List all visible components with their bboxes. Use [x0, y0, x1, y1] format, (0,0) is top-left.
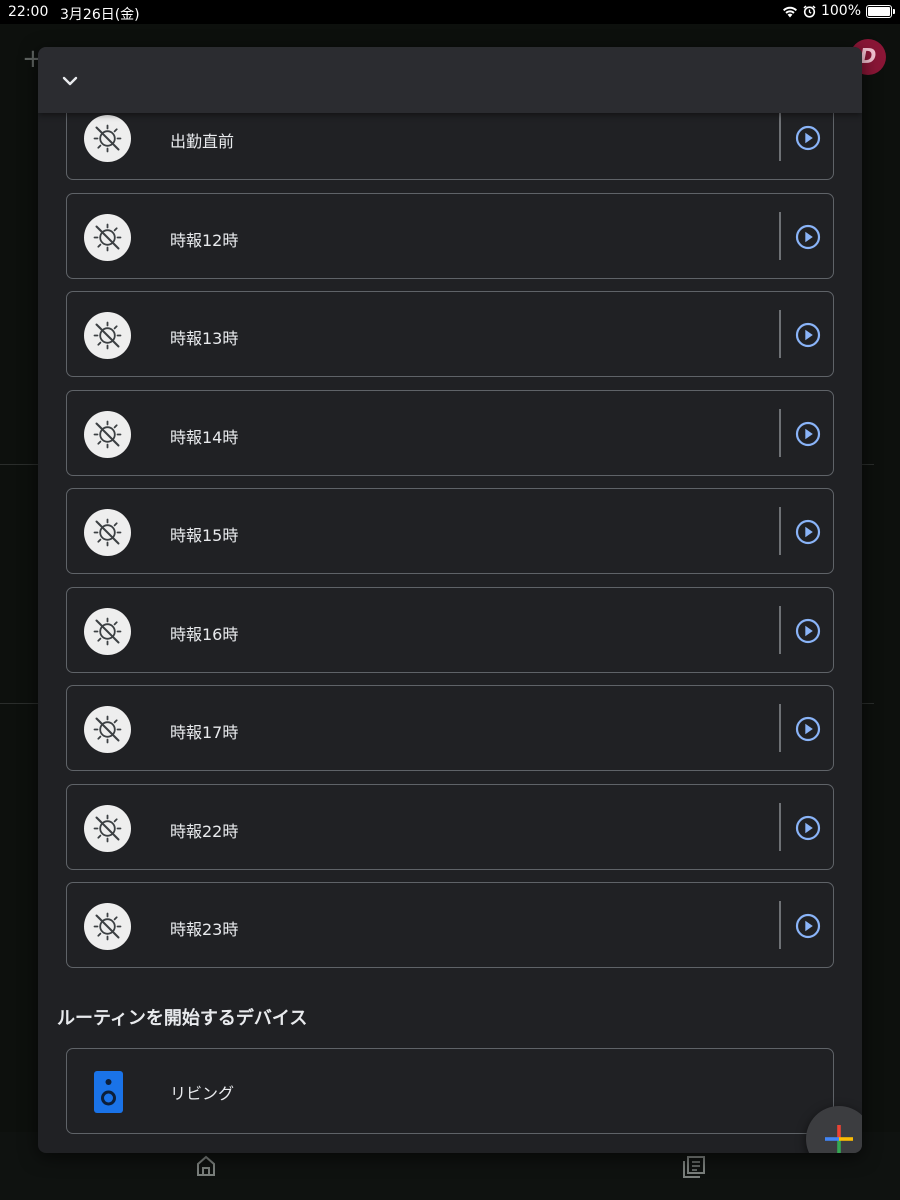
battery-icon — [866, 4, 895, 18]
status-bar: 22:00 3月26日(金) 100% — [0, 0, 900, 24]
play-circle-icon[interactable] — [795, 224, 821, 250]
routine-label: 時報13時 — [170, 329, 239, 348]
sun-off-icon — [84, 805, 131, 852]
devices-section-title: ルーティンを開始するデバイス — [57, 1008, 308, 1029]
wifi-icon — [782, 6, 797, 17]
chevron-down-icon[interactable] — [58, 69, 82, 93]
sun-off-icon — [84, 903, 131, 950]
home-icon[interactable] — [196, 1155, 216, 1177]
status-indicators: 100% — [782, 3, 895, 19]
routine-label: 時報22時 — [170, 822, 239, 841]
divider — [0, 703, 38, 704]
sun-off-icon — [84, 706, 131, 753]
sun-off-icon — [84, 509, 131, 556]
status-date: 3月26日(金) — [60, 7, 140, 23]
routine-label: 時報15時 — [170, 526, 239, 545]
routine-card[interactable]: 時報14時 — [66, 390, 834, 476]
divider — [862, 464, 874, 465]
device-card-living[interactable]: リビング — [66, 1048, 834, 1134]
divider — [779, 803, 781, 851]
routine-sheet: 出勤直前時報12時時報13時時報14時時報15時時報16時時報17時時報22時時… — [38, 47, 862, 1153]
play-circle-icon[interactable] — [795, 519, 821, 545]
routine-label: 時報16時 — [170, 625, 239, 644]
routine-card[interactable]: 時報22時 — [66, 784, 834, 870]
divider — [779, 310, 781, 358]
routine-label: 時報12時 — [170, 231, 239, 250]
divider — [779, 606, 781, 654]
divider — [779, 212, 781, 260]
divider — [779, 409, 781, 457]
routines-nav-icon[interactable] — [682, 1155, 706, 1179]
device-label: リビング — [170, 1084, 235, 1103]
routine-card[interactable]: 時報16時 — [66, 587, 834, 673]
divider — [779, 901, 781, 949]
play-circle-icon[interactable] — [795, 125, 821, 151]
alarm-icon — [803, 4, 816, 18]
sun-off-icon — [84, 115, 131, 162]
sheet-header — [38, 47, 862, 113]
play-circle-icon[interactable] — [795, 421, 821, 447]
routine-card[interactable]: 時報15時 — [66, 488, 834, 574]
sun-off-icon — [84, 608, 131, 655]
play-circle-icon[interactable] — [795, 716, 821, 742]
play-circle-icon[interactable] — [795, 618, 821, 644]
sun-off-icon — [84, 214, 131, 261]
routine-label: 時報17時 — [170, 723, 239, 742]
add-icon — [825, 1125, 853, 1153]
sun-off-icon — [84, 312, 131, 359]
sun-off-icon — [84, 411, 131, 458]
play-circle-icon[interactable] — [795, 815, 821, 841]
routine-card[interactable]: 時報13時 — [66, 291, 834, 377]
divider — [779, 507, 781, 555]
play-circle-icon[interactable] — [795, 913, 821, 939]
routine-card[interactable]: 時報17時 — [66, 685, 834, 771]
divider — [862, 703, 874, 704]
routine-label: 出勤直前 — [170, 132, 235, 151]
status-time: 22:00 — [8, 4, 49, 20]
routine-card[interactable]: 時報23時 — [66, 882, 834, 968]
divider — [779, 704, 781, 752]
routine-label: 時報23時 — [170, 920, 239, 939]
routine-card[interactable]: 時報12時 — [66, 193, 834, 279]
divider — [779, 113, 781, 161]
play-circle-icon[interactable] — [795, 322, 821, 348]
divider — [0, 464, 38, 465]
battery-percent: 100% — [820, 3, 861, 19]
routine-label: 時報14時 — [170, 428, 239, 447]
speaker-icon — [94, 1071, 123, 1113]
